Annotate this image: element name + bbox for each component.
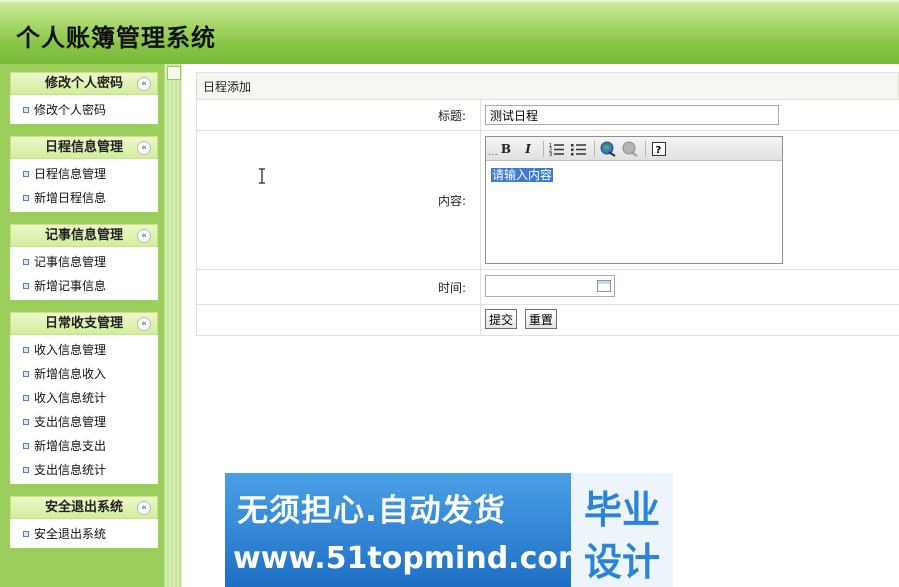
toolbar-separator (594, 140, 595, 157)
sidebar-item-label: 记事信息管理 (34, 255, 107, 269)
schedule-add-form: 日程添加 标题: 内容: … B I 123 (196, 72, 899, 336)
title-input[interactable] (485, 105, 779, 125)
sidebar-item-label: 收入信息统计 (34, 391, 107, 405)
bullet-icon (23, 195, 29, 201)
app-header: 个人账簿管理系统 (0, 0, 899, 64)
sidebar-item-label: 日程信息管理 (34, 167, 107, 181)
toolbar-grip-icon[interactable]: … (488, 140, 498, 158)
rich-text-editor: … B I 123 ? 请输入内容 (485, 136, 783, 264)
toolbar-separator (543, 140, 544, 157)
sidebar-item-label: 新增记事信息 (34, 279, 107, 293)
sidebar-item-label: 新增信息收入 (34, 367, 107, 381)
banner-slogan: 无须担心.自动发货 (237, 493, 506, 529)
time-input[interactable] (485, 275, 615, 297)
sidebar-item-label: 新增日程信息 (34, 191, 107, 205)
collapse-icon[interactable]: « (137, 229, 151, 243)
menu-group-finance: 日常收支管理 « 收入信息管理 新增信息收入 收入信息统计 支出信息管理 新增信… (10, 312, 158, 484)
form-row-title: 标题: (196, 100, 899, 131)
reset-button[interactable]: 重置 (524, 309, 557, 329)
submit-button[interactable]: 提交 (485, 309, 518, 329)
title-label: 标题: (197, 100, 481, 130)
unordered-list-icon[interactable] (569, 140, 589, 158)
italic-button[interactable]: I (518, 140, 538, 158)
banner-badge-line2: 设计 (583, 540, 660, 584)
menu-group-logout: 安全退出系统 « 安全退出系统 (10, 496, 158, 548)
calendar-icon[interactable] (597, 280, 611, 292)
menu-group-header[interactable]: 安全退出系统 « (10, 496, 158, 519)
bold-button[interactable]: B (496, 140, 516, 158)
ordered-list-icon[interactable]: 123 (547, 140, 567, 158)
sidebar-item-notes-manage[interactable]: 记事信息管理 (10, 250, 158, 274)
sidebar-item-income-add[interactable]: 新增信息收入 (10, 362, 158, 386)
collapse-icon[interactable]: « (137, 77, 151, 91)
svg-text:3: 3 (549, 152, 552, 156)
form-row-actions: 提交 重置 (196, 305, 899, 336)
sidebar-item-change-password[interactable]: 修改个人密码 (10, 98, 158, 122)
sidebar-item-schedule-manage[interactable]: 日程信息管理 (10, 162, 158, 186)
splitter-toggle-icon[interactable] (167, 66, 181, 80)
ad-banner[interactable]: 无须担心.自动发货 www.51topmind.com 毕业 设计 (225, 473, 673, 587)
menu-group-notes: 记事信息管理 « 记事信息管理 新增记事信息 (10, 224, 158, 300)
form-title: 日程添加 (196, 72, 899, 100)
sidebar: 修改个人密码 « 修改个人密码 日程信息管理 « 日程信息管理 新增日程信息 记… (0, 64, 164, 587)
bullet-icon (23, 419, 29, 425)
menu-group-header[interactable]: 记事信息管理 « (10, 224, 158, 247)
banner-badge-line1: 毕业 (583, 488, 660, 532)
sidebar-item-income-stats[interactable]: 收入信息统计 (10, 386, 158, 410)
editor-content-area[interactable]: 请输入内容 (486, 161, 782, 263)
sidebar-item-schedule-add[interactable]: 新增日程信息 (10, 186, 158, 210)
sidebar-item-label: 新增信息支出 (34, 439, 107, 453)
sidebar-item-label: 收入信息管理 (34, 343, 107, 357)
sidebar-item-logout[interactable]: 安全退出系统 (10, 522, 158, 546)
banner-url: www.51topmind.com (233, 541, 590, 576)
menu-group-title: 日程信息管理 (44, 140, 123, 155)
sidebar-item-label: 安全退出系统 (34, 527, 107, 541)
sidebar-item-notes-add[interactable]: 新增记事信息 (10, 274, 158, 298)
sidebar-item-label: 修改个人密码 (34, 103, 107, 117)
svg-text:?: ? (656, 145, 662, 156)
globe-link-icon[interactable] (598, 140, 618, 158)
sidebar-item-expense-stats[interactable]: 支出信息统计 (10, 458, 158, 482)
help-icon[interactable]: ? (649, 140, 669, 158)
bullet-icon (23, 371, 29, 377)
unlink-icon[interactable] (620, 140, 640, 158)
menu-group-title: 记事信息管理 (44, 228, 123, 243)
bullet-icon (23, 107, 29, 113)
menu-group-schedule: 日程信息管理 « 日程信息管理 新增日程信息 (10, 136, 158, 212)
collapse-icon[interactable]: « (137, 317, 151, 331)
content-label: 内容: (197, 131, 481, 269)
sidebar-item-label: 支出信息统计 (34, 463, 107, 477)
form-row-content: 内容: … B I 123 ? 请输入内容 (196, 131, 899, 270)
bullet-icon (23, 259, 29, 265)
editor-toolbar: … B I 123 ? (486, 137, 782, 161)
collapse-icon[interactable]: « (137, 501, 151, 515)
sidebar-item-label: 支出信息管理 (34, 415, 107, 429)
collapse-icon[interactable]: « (137, 141, 151, 155)
bullet-icon (23, 347, 29, 353)
bullet-icon (23, 443, 29, 449)
sidebar-item-expense-manage[interactable]: 支出信息管理 (10, 410, 158, 434)
time-label: 时间: (197, 270, 481, 304)
menu-group-header[interactable]: 日程信息管理 « (10, 136, 158, 159)
app-title: 个人账簿管理系统 (16, 23, 216, 52)
sidebar-item-income-manage[interactable]: 收入信息管理 (10, 338, 158, 362)
menu-group-title: 日常收支管理 (44, 316, 123, 331)
bullet-icon (23, 467, 29, 473)
bullet-icon (23, 531, 29, 537)
bullet-icon (23, 395, 29, 401)
bullet-icon (23, 283, 29, 289)
editor-placeholder-text: 请输入内容 (491, 168, 554, 182)
menu-group-header[interactable]: 修改个人密码 « (10, 72, 158, 95)
menu-group-password: 修改个人密码 « 修改个人密码 (10, 72, 158, 124)
menu-group-title: 安全退出系统 (44, 500, 123, 515)
menu-group-title: 修改个人密码 (44, 76, 123, 91)
menu-group-header[interactable]: 日常收支管理 « (10, 312, 158, 335)
sidebar-splitter[interactable] (164, 64, 182, 587)
form-row-time: 时间: (196, 270, 899, 305)
bullet-icon (23, 171, 29, 177)
actions-label-cell (197, 305, 481, 335)
banner-badge: 毕业 设计 (571, 473, 673, 587)
sidebar-item-expense-add[interactable]: 新增信息支出 (10, 434, 158, 458)
toolbar-separator (645, 140, 646, 157)
